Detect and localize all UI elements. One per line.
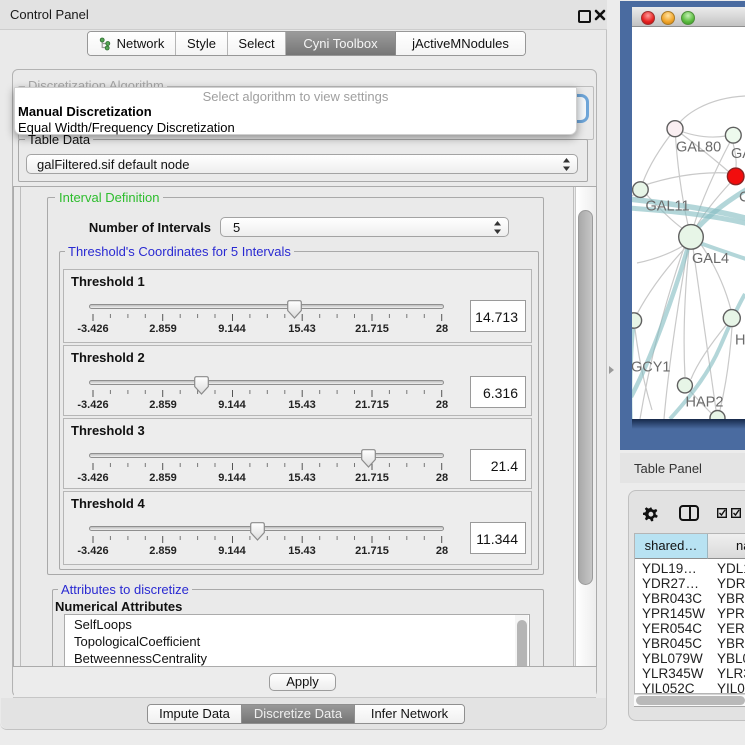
svg-text:HI: HI bbox=[735, 333, 745, 349]
svg-text:GAL11: GAL11 bbox=[646, 198, 690, 214]
svg-text:GCY1: GCY1 bbox=[632, 359, 671, 375]
svg-text:C: C bbox=[739, 190, 745, 206]
svg-text:GAL4: GAL4 bbox=[692, 251, 729, 267]
svg-text:GA: GA bbox=[731, 146, 745, 162]
svg-text:HAP2: HAP2 bbox=[686, 394, 724, 410]
svg-text:GAL80: GAL80 bbox=[676, 140, 721, 156]
